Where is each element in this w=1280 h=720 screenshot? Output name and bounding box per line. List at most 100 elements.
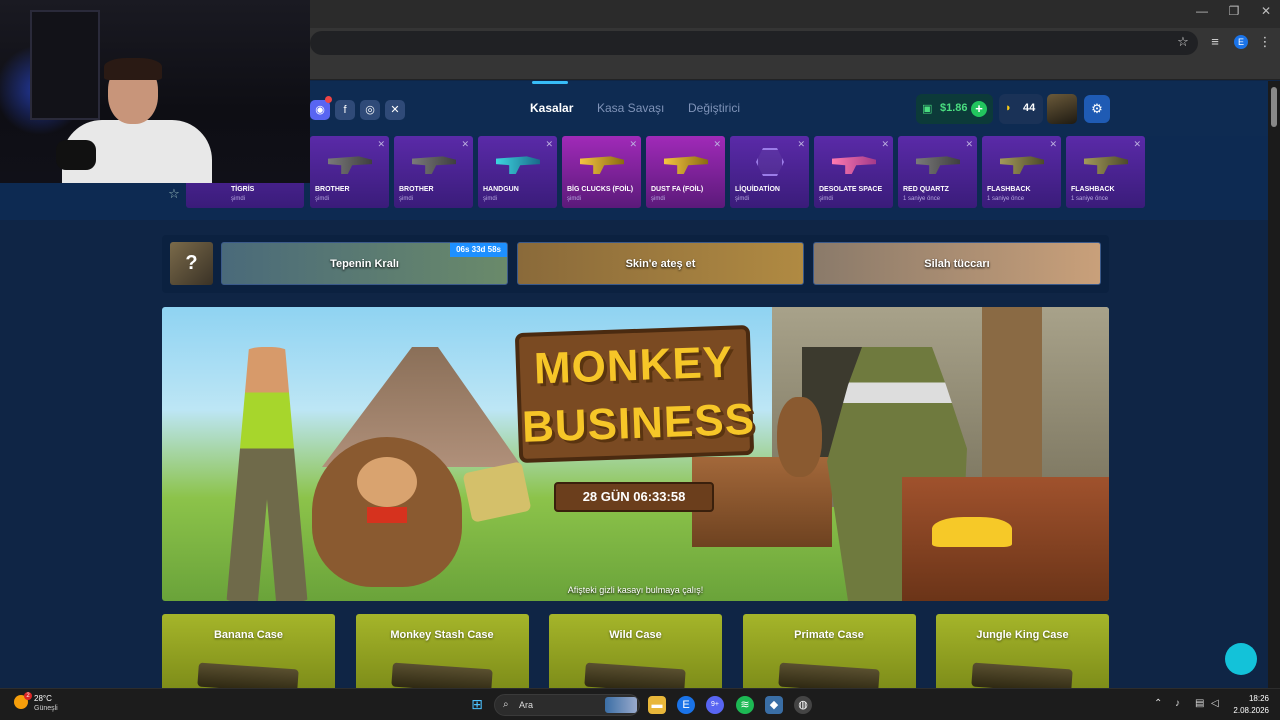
drop-time: şimdi [483,196,498,202]
volume-icon[interactable]: ◁ [1211,698,1219,709]
taskbar-search[interactable]: ⌕ Ara [494,694,640,716]
weapon-type-icon: ✕ [377,139,385,149]
hero-banner[interactable]: MONKEY BUSINESS 28 GÜN 06:33:58 Afişteki… [162,307,1109,601]
facebook-icon[interactable]: f [335,100,355,120]
drop-item-name: DUST FA (FOİL) [651,186,704,193]
drop-time: 1 saniye önce [1071,196,1109,202]
maximize-icon[interactable]: ❐ [1222,4,1246,18]
drop-time: şimdi [735,196,750,202]
live-drop-item[interactable]: ✕ BROTHER şimdi [394,136,473,208]
event-silah-tuccari[interactable]: Silah tüccarı [813,242,1101,285]
nav-kasalar[interactable]: Kasalar [530,101,573,115]
discord-taskbar-icon[interactable]: 9+ [706,696,724,714]
weapon-skin-image [664,156,708,174]
weapon-skin-image [832,156,876,174]
logo-line-2: BUSINESS [521,394,756,452]
media-control-icon[interactable]: ≡ [1206,34,1224,49]
drop-item-name: FLASHBACK [987,186,1031,193]
monkey-face [357,457,417,507]
weapon-type-icon: ✕ [629,139,637,149]
case-card[interactable]: Monkey Stash Case [355,614,529,688]
close-window-icon[interactable]: ✕ [1254,4,1278,18]
app-icon[interactable]: ◆ [765,696,783,714]
network-icon[interactable]: ▤ [1195,698,1204,709]
live-drop-item[interactable]: ✕ DUST FA (FOİL) şimdi [646,136,725,208]
event-skine-ates-et[interactable]: Skin'e ateş et [517,242,804,285]
browser-menu-icon[interactable]: ⋮ [1256,34,1274,50]
file-explorer-icon[interactable]: ▬ [648,696,666,714]
live-drop-item[interactable]: ✕ BROTHER şimdi [310,136,389,208]
drop-item-name: BROTHER [315,186,350,193]
case-card[interactable]: Banana Case [162,614,335,688]
weapon-skin-image [916,156,960,174]
webcam-overlay [0,0,310,183]
scrollbar-thumb[interactable] [1271,87,1277,127]
nav-kasa-savasi[interactable]: Kasa Savaşı [597,101,664,115]
weapon-skin-image [1084,156,1128,174]
discord-icon[interactable]: ◉ [310,100,330,120]
banana-balance[interactable]: ◗ 44 [999,94,1043,124]
live-drop-item[interactable]: ✕ BİG CLUCKS (FOİL) şimdi [562,136,641,208]
event-timer: 28 GÜN 06:33:58 [554,482,714,512]
drop-item-name: RED QUARTZ [903,186,949,193]
drop-item-name: BİG CLUCKS (FOİL) [567,186,634,193]
tray-chevron-icon[interactable]: ⌃ [1154,698,1162,709]
case-card[interactable]: Primate Case [742,614,916,688]
case-title: Primate Case [794,629,864,641]
drop-time: şimdi [399,196,414,202]
live-drop-item[interactable]: ✕ DESOLATE SPACE şimdi [814,136,893,208]
wallet-icon: ▣ [922,103,933,115]
live-drop-item[interactable]: ✕ FLASHBACK 1 saniye önce [982,136,1061,208]
user-avatar[interactable] [1047,94,1077,124]
case-card[interactable]: Wild Case [549,614,722,688]
add-funds-button[interactable]: + [971,101,987,117]
case-card[interactable]: Jungle King Case [936,614,1109,688]
drop-time: şimdi [231,196,246,202]
drop-item-name: TİGRİS [231,186,255,193]
search-highlight-image [605,697,637,713]
empty-slot-hex-icon [756,148,784,176]
minimize-icon[interactable]: — [1190,4,1214,18]
bookmark-star-icon[interactable]: ☆ [1174,34,1192,50]
taskbar-date[interactable]: 2.08.2026 [1226,706,1269,715]
event-countdown: 06s 33d 58s [450,243,507,257]
x-icon[interactable]: ✕ [385,100,405,120]
monkey-character-art [312,437,462,587]
monkey-business-logo: MONKEY BUSINESS [514,324,756,464]
microphone-icon[interactable]: ♪ [1175,698,1180,709]
event-tepenin-krali[interactable]: Tepenin Kralı 06s 33d 58s [221,242,508,285]
mystery-event-button[interactable]: ? [170,242,213,285]
settings-gear-icon[interactable]: ⚙ [1084,95,1110,123]
nav-degistirici[interactable]: Değiştirici [688,101,740,115]
case-box-image [971,662,1073,688]
spotify-icon[interactable]: ≋ [736,696,754,714]
live-drop-item[interactable]: ✕ FLASHBACK 1 saniye önce [1066,136,1145,208]
case-title: Wild Case [609,629,662,641]
background-shelf [30,10,100,120]
chrome-icon[interactable]: E [677,696,695,714]
live-drop-item[interactable]: ✕ HANDGUN şimdi [478,136,557,208]
weather-badge: 2 [24,692,32,700]
windows-start-icon[interactable]: ⊞ [469,696,485,712]
profile-avatar[interactable]: E [1234,35,1248,49]
weapon-type-icon: ✕ [797,139,805,149]
hero-hint: Afişteki gizli kasayı bulmaya çalış! [567,585,704,595]
weapon-type-icon: ✕ [461,139,469,149]
taskbar-time[interactable]: 18:26 [1233,694,1269,703]
chat-button[interactable] [1225,643,1257,675]
case-title: Jungle King Case [976,629,1069,641]
live-drop-item[interactable]: ✕ RED QUARTZ 1 saniye önce [898,136,977,208]
banana-count: 44 [1023,102,1036,114]
weapon-type-icon: ✕ [545,139,553,149]
balance-widget[interactable]: ▣ $1.86 + [916,94,993,124]
logo-line-1: MONKEY [533,337,734,394]
instagram-icon[interactable]: ◎ [360,100,380,120]
address-bar[interactable] [310,31,1198,55]
drop-item-name: BROTHER [399,186,434,193]
adventurer-woman-art [226,347,308,601]
steam-icon[interactable]: ◍ [794,696,812,714]
page-scrollbar[interactable] [1268,81,1280,688]
drop-time: şimdi [315,196,330,202]
live-drop-item[interactable]: ✕ LİQUİDATİON şimdi [730,136,809,208]
search-label: Ara [519,700,534,710]
